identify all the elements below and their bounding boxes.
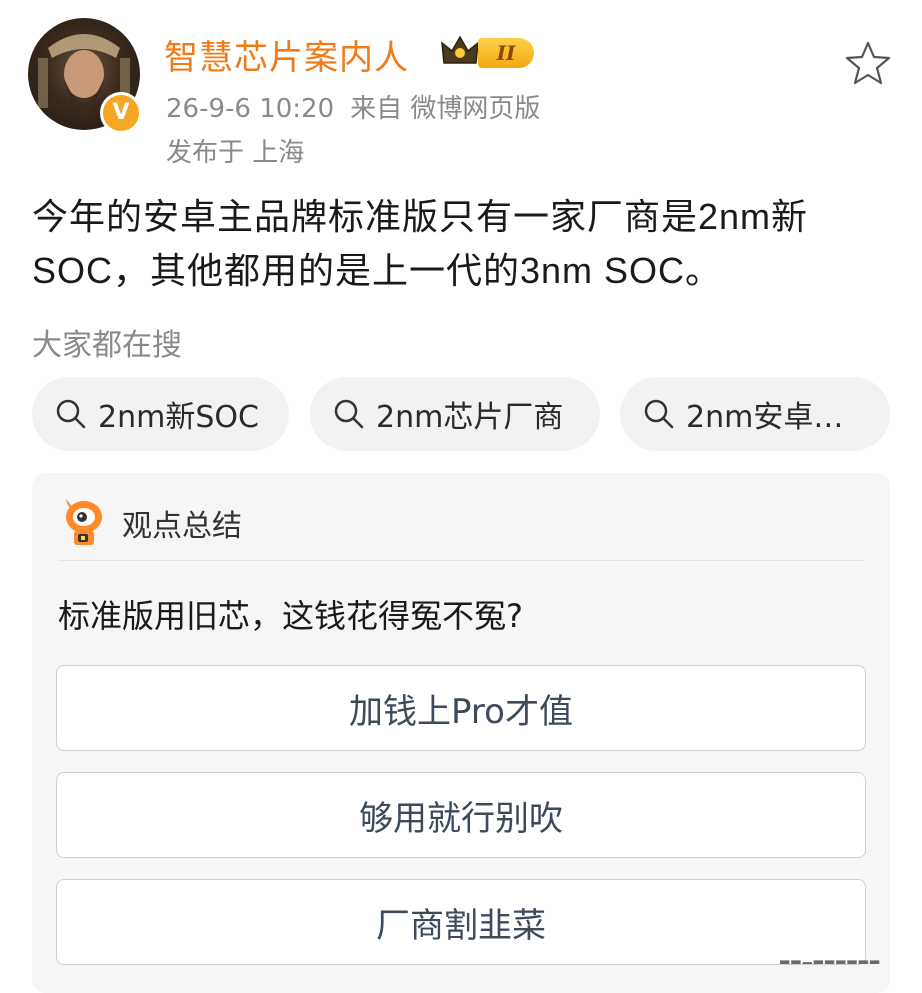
- level-badge: II: [478, 38, 534, 68]
- overlay-dots: ▂▂▁▂▂▂▂▂▂: [780, 950, 882, 964]
- post-source: 来自 微博网页版: [350, 94, 541, 124]
- star-icon[interactable]: [844, 40, 892, 86]
- post-location: 发布于 上海: [166, 138, 305, 168]
- crown-icon: [441, 35, 479, 64]
- search-chip-label: 2nm芯片厂商: [376, 400, 564, 435]
- search-chip-3[interactable]: 2nm安卓…: [620, 377, 890, 451]
- post-timestamp: 26-9-6 10:20: [166, 94, 335, 124]
- divider: [58, 560, 864, 561]
- verified-badge: V: [100, 92, 142, 134]
- poll-question: 标准版用旧芯，这钱花得冤不冤?: [58, 597, 523, 635]
- search-chip-label: 2nm新SOC: [98, 400, 259, 435]
- search-chip-2[interactable]: 2nm芯片厂商: [310, 377, 600, 451]
- poll-option-1[interactable]: 加钱上Pro才值: [56, 665, 866, 751]
- poll-card: 观点总结 标准版用旧芯，这钱花得冤不冤? 加钱上Pro才值 够用就行别吹 厂商割…: [32, 473, 890, 993]
- search-icon: [644, 399, 674, 429]
- post-meta: 26-9-6 10:20 来自 微博网页版: [166, 88, 540, 125]
- username[interactable]: 智慧芯片案内人: [164, 30, 409, 79]
- poll-card-title: 观点总结: [122, 509, 242, 544]
- poll-option-3[interactable]: 厂商割韭菜: [56, 879, 866, 965]
- poll-option-2[interactable]: 够用就行别吹: [56, 772, 866, 858]
- search-icon: [334, 399, 364, 429]
- search-chip-1[interactable]: 2nm新SOC: [32, 377, 289, 451]
- poll-card-header: 观点总结: [58, 491, 242, 555]
- mascot-icon: [66, 499, 102, 545]
- search-section-title: 大家都在搜: [32, 328, 182, 363]
- search-chip-label: 2nm安卓…: [686, 400, 844, 435]
- post-content: 今年的安卓主品牌标准版只有一家厂商是2nm新SOC，其他都用的是上一代的3nm …: [32, 196, 809, 291]
- search-icon: [56, 399, 86, 429]
